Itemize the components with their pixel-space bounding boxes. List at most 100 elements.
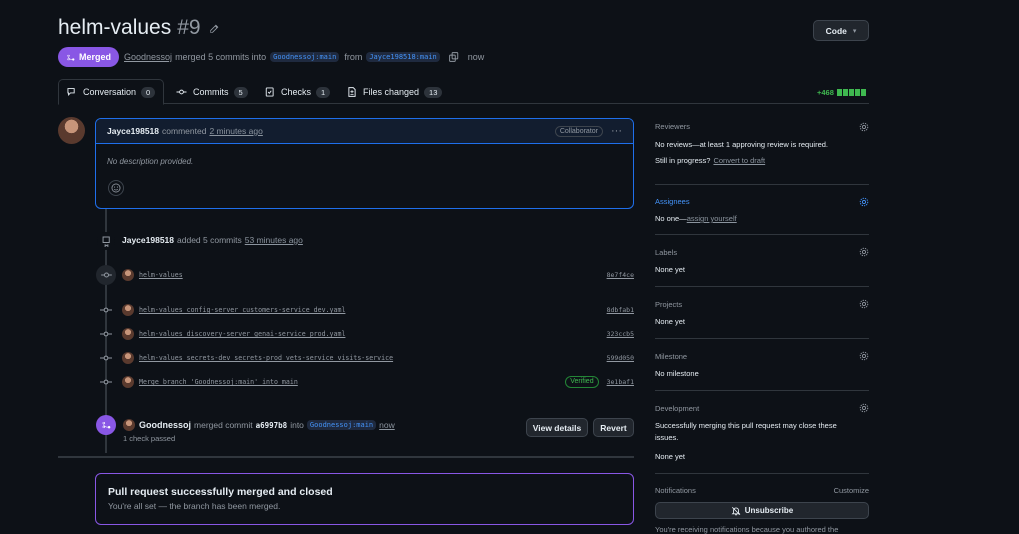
event-author[interactable]: Jayce198518 xyxy=(122,235,174,245)
tab-count: 5 xyxy=(233,86,248,98)
sidebar-heading[interactable]: Milestone xyxy=(655,352,687,361)
gear-icon[interactable] xyxy=(859,299,869,309)
checklist-icon xyxy=(265,87,274,97)
development-none: None yet xyxy=(655,452,686,461)
commit-message[interactable]: Merge branch 'Goodnessoj:main' into main xyxy=(139,378,298,386)
smiley-icon[interactable] xyxy=(108,180,124,196)
labels-value: None yet xyxy=(655,265,686,274)
tab-checks[interactable]: Checks 1 xyxy=(257,80,338,104)
commit-message[interactable]: helm-values discovery-server genai-servi… xyxy=(139,330,345,338)
comment-time[interactable]: 2 minutes ago xyxy=(209,126,262,136)
event-action: added 5 commits xyxy=(177,235,242,245)
avatar[interactable] xyxy=(123,419,135,431)
merge-branch[interactable]: Goodnessoj:main xyxy=(306,420,377,430)
commit-list: helm-values config-server customers-serv… xyxy=(100,304,634,388)
avatar xyxy=(122,376,134,388)
commit-sha[interactable]: 8dbfab1 xyxy=(607,306,634,314)
state-label: Merged xyxy=(79,52,112,62)
merge-time[interactable]: now xyxy=(379,420,395,430)
tab-conversation[interactable]: Conversation 0 xyxy=(58,79,165,105)
merged-subtitle: You're all set — the branch has been mer… xyxy=(108,501,281,511)
diffstat-additions: +468 xyxy=(817,88,834,97)
comment-action: commented xyxy=(162,126,207,136)
commit-icon xyxy=(176,89,187,95)
pr-meta: Merged Goodnessoj merged 5 commits into … xyxy=(58,47,484,67)
sidebar-heading[interactable]: Projects xyxy=(655,300,682,309)
list-item: Merge branch 'Goodnessoj:main' into main… xyxy=(100,376,634,388)
merge-checks[interactable]: 1 check passed xyxy=(123,434,175,443)
gear-icon[interactable] xyxy=(859,122,869,132)
unsubscribe-label: Unsubscribe xyxy=(744,506,794,515)
merge-into: into xyxy=(290,420,304,430)
diffstat-block xyxy=(836,89,842,96)
gear-icon[interactable] xyxy=(859,403,869,413)
commit-sha[interactable]: 8e7f4ce xyxy=(607,271,634,279)
author-link[interactable]: Goodnessoj xyxy=(124,52,172,62)
copy-icon[interactable] xyxy=(448,52,459,62)
base-branch[interactable]: Goodnessoj:main xyxy=(270,52,340,62)
list-item: helm-values 8e7f4ce xyxy=(122,269,634,281)
commit-message[interactable]: helm-values secrets-dev secrets-prod vet… xyxy=(139,354,393,362)
pr-number: #9 xyxy=(177,16,201,39)
assign-yourself-link[interactable]: assign yourself xyxy=(687,214,737,223)
merge-icon xyxy=(96,415,116,435)
convert-to-draft-link[interactable]: Convert to draft xyxy=(713,156,765,165)
notifications-note: You're receiving notifications because y… xyxy=(655,525,839,534)
sidebar-milestone: Milestone No milestone xyxy=(655,339,869,390)
chevron-down-icon: ▾ xyxy=(852,27,857,35)
avatar xyxy=(122,304,134,316)
reviewers-value: No reviews—at least 1 approving review i… xyxy=(655,140,828,149)
role-badge: Collaborator xyxy=(554,125,603,137)
gear-icon[interactable] xyxy=(859,247,869,257)
verified-badge[interactable]: Verified xyxy=(565,376,599,388)
diffstat-block xyxy=(842,89,848,96)
view-details-button[interactable]: View details xyxy=(526,418,588,437)
gear-icon[interactable] xyxy=(859,351,869,361)
commit-message[interactable]: helm-values config-server customers-serv… xyxy=(139,306,345,314)
merge-sha[interactable]: a6997b8 xyxy=(256,421,288,430)
diffstat: +468 xyxy=(817,88,866,97)
pr-title: helm-values xyxy=(58,16,172,39)
merge-icon xyxy=(67,54,75,61)
commit-sha[interactable]: 3e1baf1 xyxy=(607,378,634,386)
pencil-icon[interactable] xyxy=(209,24,219,34)
commit-message[interactable]: helm-values xyxy=(139,271,183,279)
revert-button[interactable]: Revert xyxy=(593,418,634,437)
merge-author[interactable]: Goodnessoj xyxy=(139,420,191,430)
tab-commits[interactable]: Commits 5 xyxy=(168,80,256,104)
sidebar-projects: Projects None yet xyxy=(655,287,869,338)
head-branch[interactable]: Jayce198518:main xyxy=(366,52,440,62)
milestone-value: No milestone xyxy=(655,369,699,378)
gear-icon[interactable] xyxy=(859,197,869,207)
commit-sha[interactable]: 599d050 xyxy=(607,354,634,362)
list-item: helm-values discovery-server genai-servi… xyxy=(100,328,634,340)
list-item: helm-values config-server customers-serv… xyxy=(100,304,634,316)
avatar xyxy=(122,328,134,340)
commits-event-header: Jayce198518 added 5 commits 53 minutes a… xyxy=(122,235,303,245)
unsubscribe-button[interactable]: Unsubscribe xyxy=(655,502,869,519)
avatar xyxy=(122,352,134,364)
kebab-icon[interactable]: ··· xyxy=(611,125,622,137)
customize-link[interactable]: Customize xyxy=(834,486,869,495)
comment-author[interactable]: Jayce198518 xyxy=(107,126,159,136)
comment-box: Jayce198518 commented 2 minutes ago Coll… xyxy=(95,118,634,209)
merge-action: merged commit xyxy=(194,420,253,430)
sidebar-heading[interactable]: Labels xyxy=(655,248,677,257)
tab-label: Files changed xyxy=(363,87,420,97)
sidebar-heading[interactable]: Assignees xyxy=(655,197,690,206)
comment-icon xyxy=(67,88,75,96)
file-diff-icon xyxy=(348,87,356,97)
avatar[interactable] xyxy=(58,117,85,144)
code-button[interactable]: Code ▾ xyxy=(813,20,869,41)
list-item: helm-values secrets-dev secrets-prod vet… xyxy=(100,352,634,364)
assignees-text: No one— xyxy=(655,214,687,223)
sidebar-heading[interactable]: Development xyxy=(655,404,699,413)
tab-files-changed[interactable]: Files changed 13 xyxy=(339,80,450,104)
sidebar-heading[interactable]: Reviewers xyxy=(655,122,690,131)
commit-sha[interactable]: 323ccb5 xyxy=(607,330,634,338)
merge-event-header: Goodnessoj merged commit a6997b8 into Go… xyxy=(123,419,395,431)
event-time[interactable]: 53 minutes ago xyxy=(245,235,303,245)
code-button-label: Code xyxy=(825,25,847,36)
reviewers-progress: Still in progress? Convert to draft xyxy=(655,156,765,165)
merge-text: merged 5 commits into xyxy=(175,52,267,62)
